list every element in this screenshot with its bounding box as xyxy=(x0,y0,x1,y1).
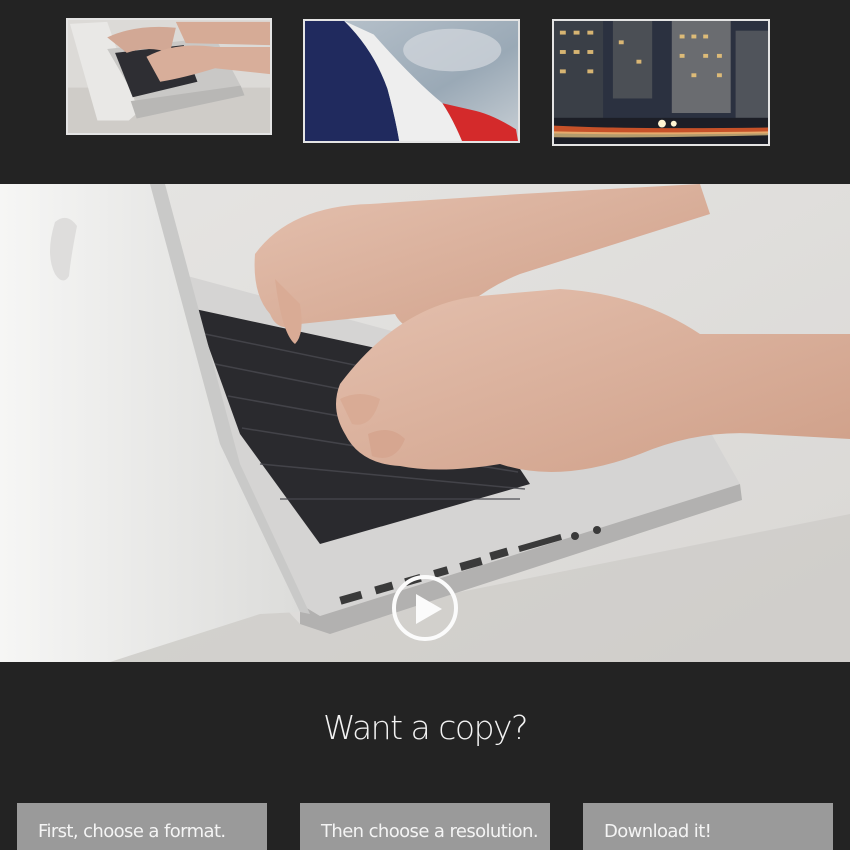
choose-format-button[interactable]: First, choose a format. xyxy=(17,803,267,850)
choose-resolution-button[interactable]: Then choose a resolution. xyxy=(300,803,550,850)
thumbnail-city-image xyxy=(554,21,768,144)
thumbnail-flag-image xyxy=(305,21,518,141)
thumbnail-flag[interactable] xyxy=(303,19,520,143)
play-icon xyxy=(416,594,442,624)
choose-resolution-label: Then choose a resolution. xyxy=(321,821,539,842)
play-button[interactable] xyxy=(392,575,458,641)
download-label: Download it! xyxy=(604,821,712,842)
choose-format-label: First, choose a format. xyxy=(38,821,226,842)
download-heading: Want a copy? xyxy=(322,708,529,747)
thumbnail-laptop[interactable] xyxy=(66,18,272,135)
thumbnail-laptop-image xyxy=(68,20,270,133)
thumbnail-city[interactable] xyxy=(552,19,770,146)
download-button[interactable]: Download it! xyxy=(583,803,833,850)
video-player[interactable] xyxy=(0,184,850,662)
